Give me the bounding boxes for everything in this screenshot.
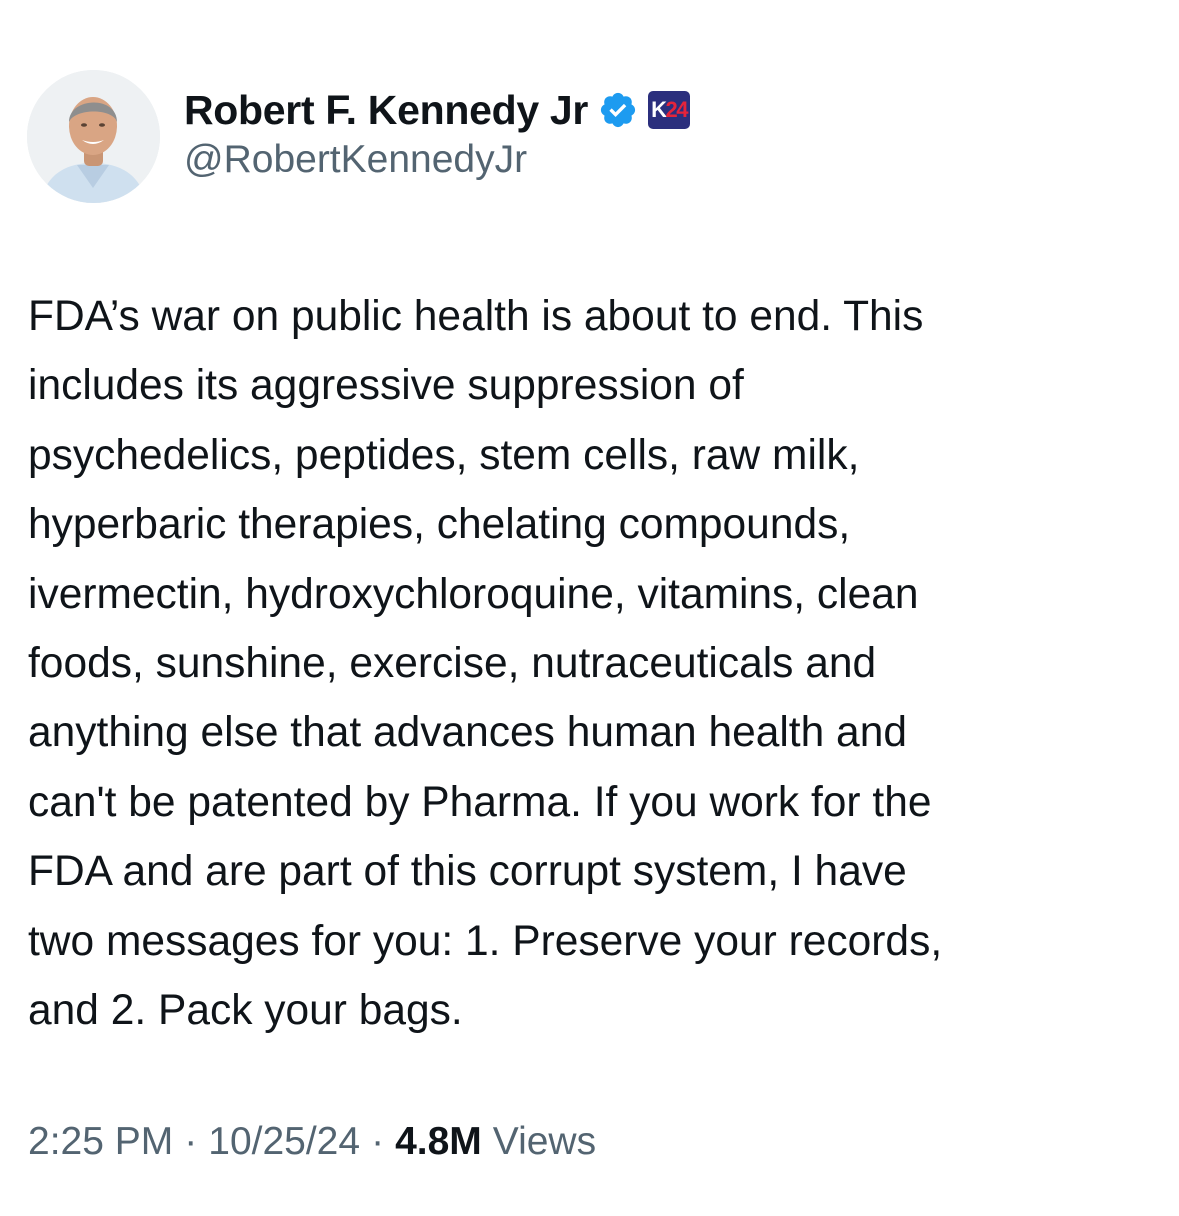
tweet-text: FDA’s war on public health is about to e… [28,282,1148,1045]
author-name-row: Robert F. Kennedy Jr K 24 [184,84,691,136]
avatar-image [27,70,160,203]
tweet-text-line: foods, sunshine, exercise, nutraceutical… [28,640,877,688]
avatar[interactable] [27,70,160,203]
tweet-text-line: and 2. Pack your bags. [28,987,463,1035]
views-count[interactable]: 4.8M [395,1120,482,1164]
affiliate-badge-right: 24 [665,97,689,122]
tweet-text-line: includes its aggressive suppression of [28,362,744,410]
tweet-text-line: two messages for you: 1. Preserve your r… [28,917,943,965]
tweet-text-line: hyperbaric therapies, chelating compound… [28,501,851,549]
tweet-text-line: FDA’s war on public health is about to e… [28,293,924,340]
tweet-text-line: can't be patented by Pharma. If you work… [28,778,932,826]
affiliate-badge-left: K [651,97,667,122]
tweet-time[interactable]: 2:25 PM [28,1120,173,1164]
tweet-text-line: FDA and are part of this corrupt system,… [28,848,907,896]
tweet-card: Robert F. Kennedy Jr K 24 @RobertKennedyJ… [0,0,1179,1216]
meta-separator: · [371,1120,385,1163]
affiliate-badge-icon[interactable]: K 24 [648,91,691,129]
author-display-name[interactable]: Robert F. Kennedy Jr [184,87,588,134]
tweet-text-line: ivermectin, hydroxychloroquine, vitamins… [28,570,919,618]
views-label[interactable]: Views [493,1120,596,1164]
tweet-text-line: anything else that advances human health… [28,709,907,757]
tweet-text-line: psychedelics, peptides, stem cells, raw … [28,431,860,479]
tweet-meta: 2:25 PM · 10/25/24 · 4.8M Views [28,1120,596,1164]
tweet-date[interactable]: 10/25/24 [208,1120,360,1164]
verified-checkmark-icon[interactable] [598,90,638,130]
author-handle[interactable]: @RobertKennedyJr [184,138,527,182]
meta-separator: · [184,1120,198,1163]
